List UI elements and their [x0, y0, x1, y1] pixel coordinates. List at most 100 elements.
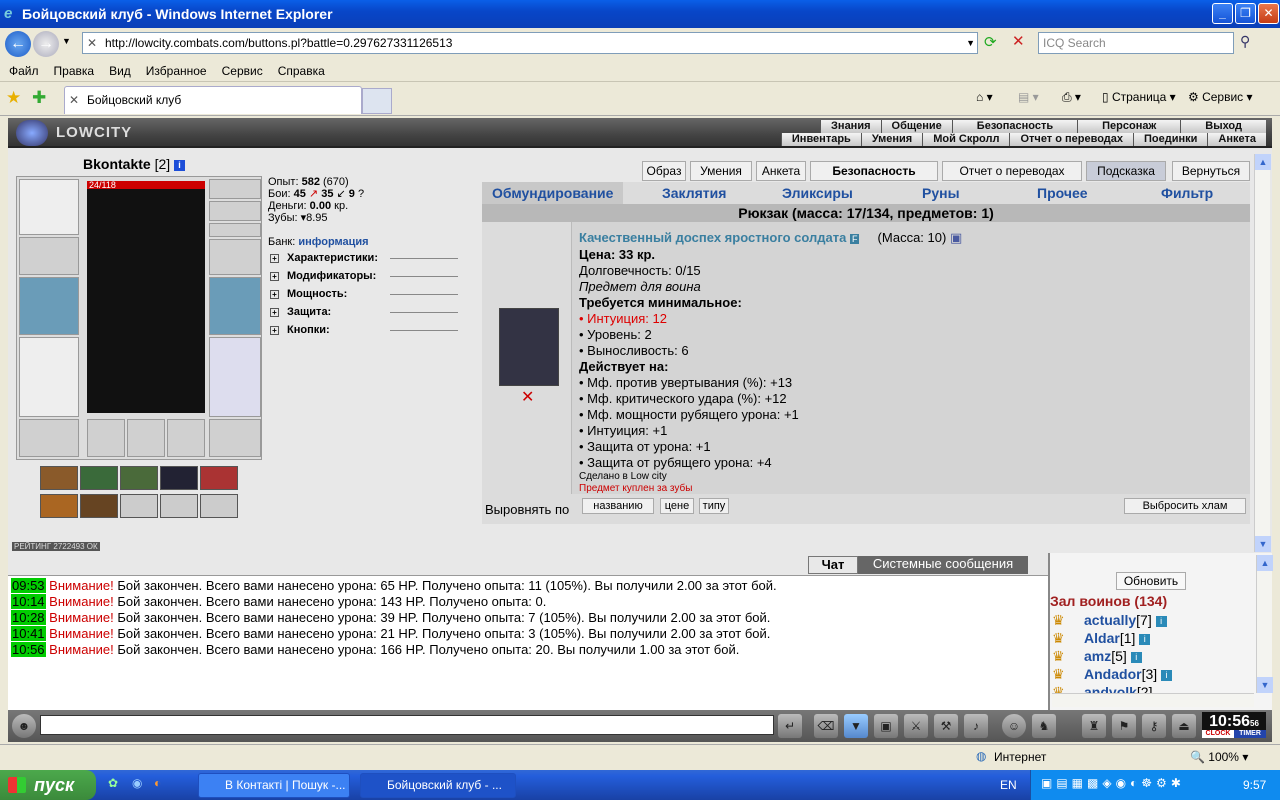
menu-favorites[interactable]: Избранное	[137, 60, 213, 78]
expand-icon[interactable]: +	[270, 254, 279, 263]
new-tab-button[interactable]	[362, 88, 392, 114]
security-button[interactable]: Безопасность	[810, 161, 938, 181]
info-icon[interactable]: i	[1139, 633, 1151, 645]
tab-filter[interactable]: Фильтр	[1161, 185, 1213, 201]
section-characteristics[interactable]: + Характеристики:	[270, 252, 478, 266]
quest-icon[interactable]: ⚑	[1112, 714, 1136, 738]
slot-helmet[interactable]	[19, 179, 79, 235]
slot-armor[interactable]	[19, 337, 79, 417]
slot-rings-top[interactable]	[209, 223, 261, 237]
exit-icon[interactable]: ⏏	[1172, 714, 1196, 738]
slot-gloves[interactable]	[209, 239, 261, 275]
nav-inventory[interactable]: Инвентарь	[780, 133, 861, 146]
maximize-button[interactable]: ❐	[1235, 3, 1256, 24]
info-icon[interactable]: i	[174, 159, 186, 171]
slot-ring-1[interactable]	[87, 419, 125, 457]
player-entry[interactable]: ♛ Andador[3] i	[1052, 665, 1173, 683]
sort-by-price-button[interactable]: цене	[660, 498, 694, 514]
sort-by-name-button[interactable]: названию	[582, 498, 654, 514]
menu-edit[interactable]: Правка	[45, 60, 101, 78]
profile-button[interactable]: Анкета	[756, 161, 806, 181]
home-icon[interactable]: ⌂ ▾	[976, 90, 993, 104]
section-modifiers[interactable]: + Модификаторы:	[270, 270, 478, 284]
print-icon[interactable]: ⎙ ▾	[1062, 90, 1081, 105]
belt-slot-9[interactable]	[160, 494, 198, 518]
task-fight-club[interactable]: Бойцовский клуб - ...	[360, 773, 516, 798]
slot-necklace[interactable]	[209, 201, 261, 221]
page-menu[interactable]: ▯ Страница ▾	[1102, 90, 1176, 104]
tools-icon[interactable]: ⚒	[934, 714, 958, 738]
skills-button[interactable]: Умения	[690, 161, 752, 181]
info-icon[interactable]: i	[1161, 669, 1173, 681]
slot-weapon-right[interactable]	[209, 277, 261, 335]
section-power[interactable]: + Мощность:	[270, 288, 478, 302]
stop-icon[interactable]: ✕	[1012, 32, 1025, 50]
search-icon[interactable]: ⚲	[1240, 33, 1250, 50]
roster-hscrollbar[interactable]	[1052, 693, 1254, 707]
menu-help[interactable]: Справка	[269, 60, 331, 78]
fight-icon[interactable]: ⚔	[904, 714, 928, 738]
send-icon[interactable]: ↵	[778, 714, 802, 738]
address-dropdown-icon[interactable]: ▼	[966, 33, 975, 53]
eraser-icon[interactable]: ⌫	[814, 714, 838, 738]
smiley-icon[interactable]: ☺	[1002, 714, 1026, 738]
tab-other[interactable]: Прочее	[1037, 185, 1088, 201]
return-button[interactable]: Вернуться	[1172, 161, 1250, 181]
player-entry[interactable]: ♛ amz[5] i	[1052, 647, 1172, 665]
scroll-up-icon[interactable]: ▲	[1255, 154, 1271, 170]
browser-tab-active[interactable]: ✕ Бойцовский клуб	[64, 86, 362, 114]
nav-profile[interactable]: Анкета	[1207, 133, 1266, 146]
expand-icon[interactable]: +	[270, 308, 279, 317]
nav-exit[interactable]: Выход	[1180, 120, 1266, 133]
nav-communication[interactable]: Общение	[880, 120, 952, 133]
feeds-icon[interactable]: ▤ ▾	[1018, 90, 1039, 104]
game-scrollbar[interactable]: ▲ ▼	[1254, 154, 1271, 552]
scroll-down-icon[interactable]: ▼	[1257, 677, 1273, 693]
start-button[interactable]: пуск	[0, 770, 96, 800]
slot-belt[interactable]	[19, 419, 79, 457]
tab-spells[interactable]: Заклятия	[662, 185, 726, 201]
tab-runes[interactable]: Руны	[922, 185, 960, 201]
slot-weapon-left[interactable]	[19, 277, 79, 335]
expand-icon[interactable]: +	[270, 272, 279, 281]
delete-item-icon[interactable]: ✕	[521, 387, 534, 407]
slot-ring-3[interactable]	[167, 419, 205, 457]
add-favorite-icon[interactable]: ✚	[32, 88, 46, 108]
nav-knowledge[interactable]: Знания	[820, 120, 881, 133]
sort-by-type-button[interactable]: типу	[699, 498, 729, 514]
menu-view[interactable]: Вид	[100, 60, 137, 78]
section-buttons[interactable]: + Кнопки:	[270, 324, 478, 338]
tab-system-messages[interactable]: Системные сообщения	[858, 556, 1028, 574]
slot-earrings[interactable]	[209, 179, 261, 199]
minimize-button[interactable]: _	[1212, 3, 1233, 24]
refresh-icon[interactable]: ⟳	[984, 33, 997, 51]
favorites-star-icon[interactable]: ★	[6, 88, 21, 108]
slot-ring-2[interactable]	[127, 419, 165, 457]
scroll-down-icon[interactable]: ▼	[1255, 536, 1271, 552]
tab-chat[interactable]: Чат	[808, 556, 858, 574]
zoom-control[interactable]: 🔍 100% ▾	[1190, 750, 1248, 764]
image-button[interactable]: Образ	[642, 161, 686, 181]
slot-bracers[interactable]	[19, 237, 79, 275]
belt-slot-8[interactable]	[120, 494, 158, 518]
section-protection[interactable]: + Защита:	[270, 306, 478, 320]
slot-boots[interactable]	[209, 419, 261, 457]
address-input[interactable]: ✕ http://lowcity.combats.com/buttons.pl?…	[82, 32, 978, 54]
expand-icon[interactable]: +	[270, 326, 279, 335]
quicklaunch-icon[interactable]: ✿	[108, 776, 118, 790]
belt-slot-5[interactable]	[200, 466, 238, 490]
item-image[interactable]	[499, 308, 559, 386]
hint-button[interactable]: Подсказка	[1086, 161, 1166, 181]
music-icon[interactable]: ♪	[964, 714, 988, 738]
belt-slot-10[interactable]	[200, 494, 238, 518]
bag-icon[interactable]: ♜	[1082, 714, 1106, 738]
tray-icons[interactable]: ▣▤▦▩◈◉◐☸⚙✱	[1041, 776, 1185, 790]
close-button[interactable]: ✕	[1258, 3, 1279, 24]
tools-menu[interactable]: ⚙ Сервис ▾	[1188, 90, 1253, 104]
belt-slot-2[interactable]	[80, 466, 118, 490]
language-indicator[interactable]: EN	[1000, 778, 1017, 792]
nav-character[interactable]: Персонаж	[1077, 120, 1181, 133]
quicklaunch-icon[interactable]: ◉	[132, 776, 142, 790]
scroll-up-icon[interactable]: ▲	[1257, 555, 1273, 571]
nav-duels[interactable]: Поединки	[1133, 133, 1208, 146]
